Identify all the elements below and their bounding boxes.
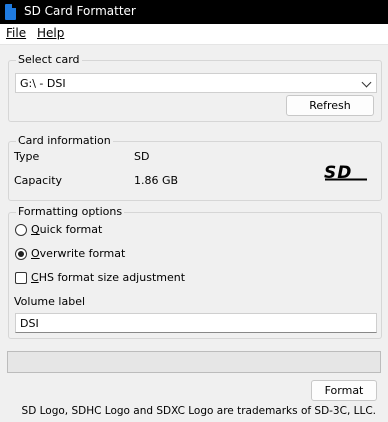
- card-dropdown-value: G:\ - DSI: [20, 77, 66, 90]
- menu-file-label: File: [6, 26, 27, 40]
- chs-adjustment-checkbox-box[interactable]: [15, 272, 27, 284]
- capacity-label: Capacity: [14, 174, 63, 187]
- card-information-group: Card information Type SD Capacity 1.86 G…: [8, 134, 382, 201]
- chevron-down-icon: [361, 77, 372, 88]
- capacity-value: 1.86 GB: [134, 174, 179, 187]
- menu-help[interactable]: Help: [37, 26, 64, 40]
- volume-label-input[interactable]: [15, 313, 377, 333]
- select-card-legend: Select card: [16, 53, 82, 66]
- sd-logo-icon: SD: [324, 163, 367, 182]
- type-value: SD: [134, 150, 150, 163]
- formatting-options-group: Formatting options Quick format Overwrit…: [8, 205, 382, 339]
- formatting-options-legend: Formatting options: [16, 205, 125, 218]
- format-button[interactable]: Format: [311, 380, 377, 401]
- title-bar[interactable]: SD Card Formatter: [0, 0, 388, 24]
- card-information-legend: Card information: [16, 134, 113, 147]
- select-card-group: Select card G:\ - DSI Refresh: [8, 53, 382, 122]
- window-title: SD Card Formatter: [24, 4, 136, 18]
- card-dropdown[interactable]: G:\ - DSI: [15, 73, 377, 93]
- quick-format-label: Quick format: [31, 223, 103, 236]
- quick-format-radio-circle[interactable]: [15, 224, 27, 236]
- refresh-button-label: Refresh: [309, 99, 351, 112]
- type-label: Type: [14, 150, 40, 163]
- refresh-button[interactable]: Refresh: [286, 95, 374, 116]
- menu-file[interactable]: File: [6, 26, 26, 40]
- sd-card-app-icon: [5, 4, 16, 20]
- overwrite-format-radio-circle[interactable]: [15, 248, 27, 260]
- menu-help-label: Help: [37, 26, 65, 40]
- format-button-label: Format: [324, 384, 364, 397]
- trademark-notice: SD Logo, SDHC Logo and SDXC Logo are tra…: [21, 405, 376, 417]
- chs-adjustment-label: CHS format size adjustment: [31, 271, 186, 284]
- overwrite-format-label: Overwrite format: [31, 247, 126, 260]
- volume-label-caption: Volume label: [14, 295, 86, 308]
- format-progress-bar: [7, 351, 381, 373]
- app-window: SD Card Formatter File Help Select card …: [0, 0, 388, 422]
- menu-bar: File Help: [0, 24, 388, 45]
